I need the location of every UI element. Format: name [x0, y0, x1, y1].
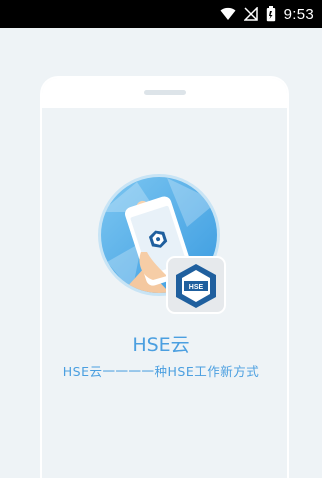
phone-top-bezel	[42, 78, 287, 108]
status-bar: 9:53	[0, 0, 322, 28]
battery-icon	[266, 6, 275, 22]
app-name: HSE云	[132, 334, 190, 356]
app-slogan: HSE云一一一一种HSE工作新方式	[62, 364, 260, 379]
badge-text: HSE	[189, 284, 204, 291]
phone-speaker	[144, 90, 186, 95]
hse-badge: HSE	[166, 256, 226, 314]
wifi-icon	[220, 7, 236, 20]
no-signal-icon	[243, 7, 258, 21]
app-illustration: HSE	[98, 174, 226, 314]
status-icons: 9:53	[220, 0, 314, 28]
status-time: 9:53	[283, 5, 314, 23]
